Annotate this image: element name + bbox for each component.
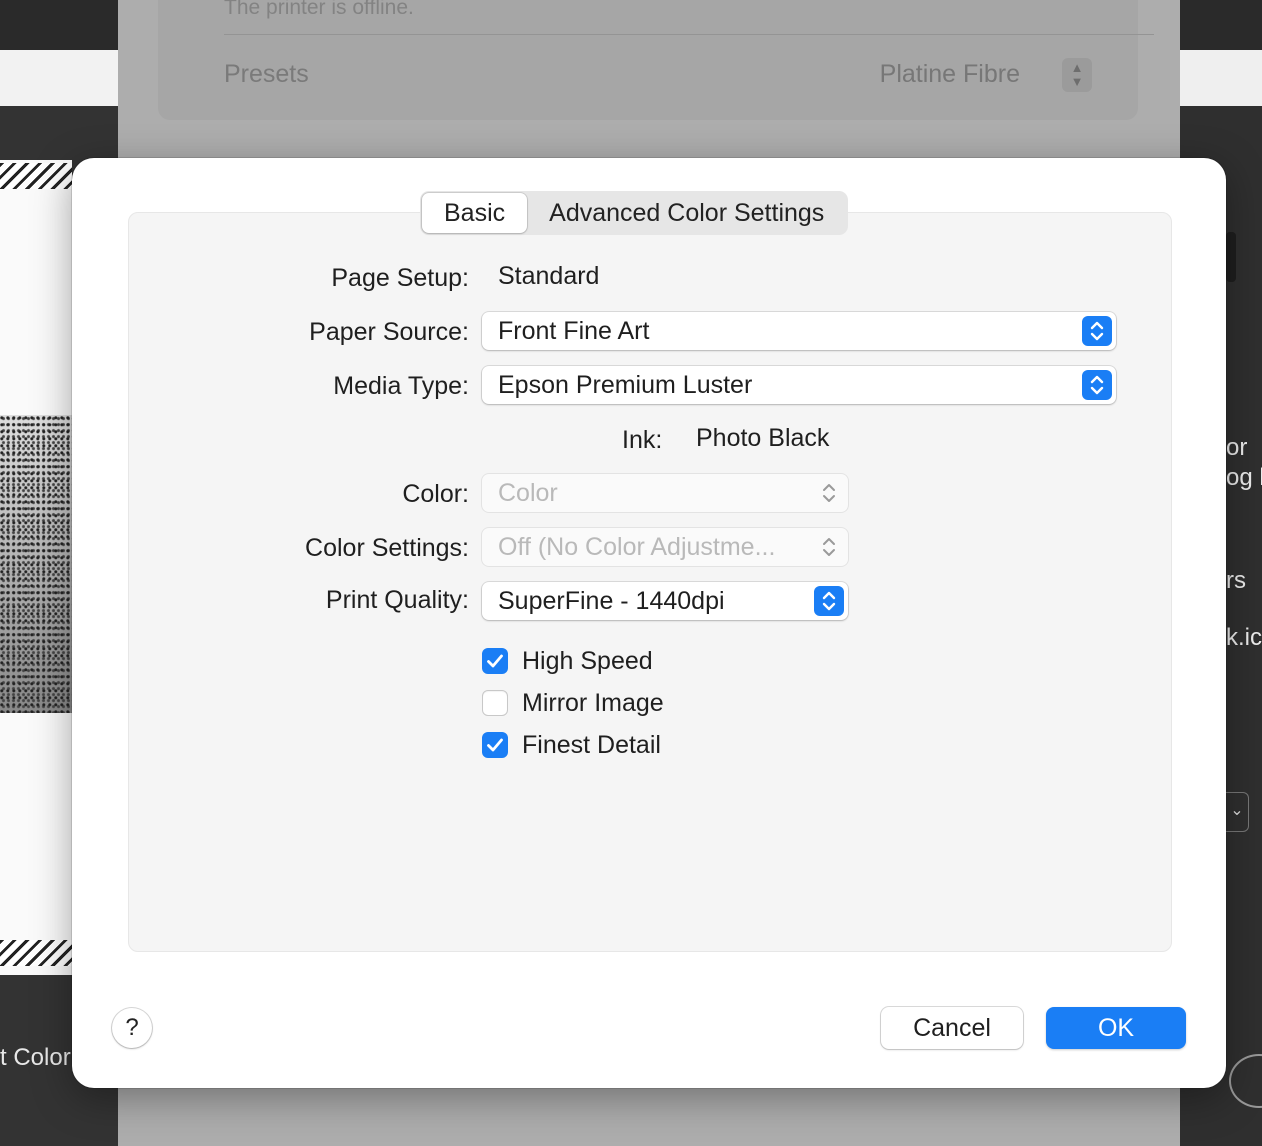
page-setup-label: Page Setup:	[331, 264, 469, 292]
high-speed-checkbox[interactable]: High Speed	[482, 646, 653, 676]
media-type-label: Media Type:	[333, 372, 469, 400]
background-right-text: rs	[1226, 567, 1246, 594]
help-button[interactable]: ?	[112, 1008, 152, 1048]
background-right-control	[1226, 232, 1236, 282]
background-crop-margin-top	[0, 163, 72, 189]
print-dialog-header-panel: The printer is offline. Presets Platine …	[158, 0, 1154, 120]
presets-label: Presets	[224, 60, 309, 88]
media-type-value: Epson Premium Luster	[498, 371, 753, 399]
checkbox-empty-icon	[482, 690, 508, 716]
tab-advanced-color-settings[interactable]: Advanced Color Settings	[527, 193, 846, 233]
printer-settings-sheet: Basic Advanced Color Settings Page Setup…	[72, 158, 1226, 1088]
chevron-updown-icon: ▲ ▼	[1062, 58, 1092, 92]
divider	[224, 34, 1154, 35]
print-quality-label: Print Quality:	[325, 586, 469, 614]
finest-detail-label: Finest Detail	[522, 730, 661, 759]
chevron-updown-icon	[814, 478, 844, 508]
checkmark-icon	[482, 648, 508, 674]
chevron-updown-icon	[814, 586, 844, 616]
background-right-text: or	[1226, 434, 1248, 461]
background-right-text: og l	[1226, 464, 1262, 491]
presets-value: Platine Fibre	[879, 60, 1020, 88]
chevron-updown-icon	[1082, 370, 1112, 400]
tab-basic[interactable]: Basic	[422, 193, 528, 233]
ink-value: Photo Black	[696, 424, 830, 452]
chevron-down-icon: ⌄	[1226, 792, 1249, 832]
ok-button[interactable]: OK	[1046, 1007, 1186, 1049]
printer-status-text: The printer is offline.	[224, 0, 414, 19]
paper-source-select[interactable]: Front Fine Art	[482, 312, 1116, 350]
ink-label: Ink:	[622, 426, 663, 454]
cancel-button[interactable]: Cancel	[881, 1007, 1023, 1049]
color-settings-label: Color Settings:	[305, 534, 469, 562]
print-quality-select[interactable]: SuperFine - 1440dpi	[482, 582, 848, 620]
color-value: Color	[498, 479, 558, 507]
chevron-updown-icon	[814, 532, 844, 562]
paper-source-value: Front Fine Art	[498, 317, 650, 345]
mirror-image-label: Mirror Image	[522, 688, 664, 717]
background-toolbar-right	[1180, 50, 1262, 106]
color-select: Color	[482, 474, 848, 512]
media-type-select[interactable]: Epson Premium Luster	[482, 366, 1116, 404]
background-photo-preview	[0, 415, 72, 713]
color-label: Color:	[402, 480, 469, 508]
paper-source-label: Paper Source:	[309, 318, 469, 346]
background-left-label: t Color	[0, 1044, 71, 1071]
page-setup-value: Standard	[498, 262, 600, 290]
color-settings-select: Off (No Color Adjustme...	[482, 528, 848, 566]
tab-bar: Basic Advanced Color Settings	[420, 191, 849, 235]
mirror-image-checkbox[interactable]: Mirror Image	[482, 688, 664, 718]
print-quality-value: SuperFine - 1440dpi	[498, 587, 725, 615]
checkmark-icon	[482, 732, 508, 758]
finest-detail-checkbox[interactable]: Finest Detail	[482, 730, 661, 760]
high-speed-label: High Speed	[522, 646, 653, 675]
chevron-updown-icon	[1082, 316, 1112, 346]
background-toolbar-left	[0, 50, 118, 106]
background-right-text: k.ic	[1226, 624, 1262, 651]
color-settings-value: Off (No Color Adjustme...	[498, 533, 776, 561]
background-crop-margin-bottom	[0, 940, 72, 966]
